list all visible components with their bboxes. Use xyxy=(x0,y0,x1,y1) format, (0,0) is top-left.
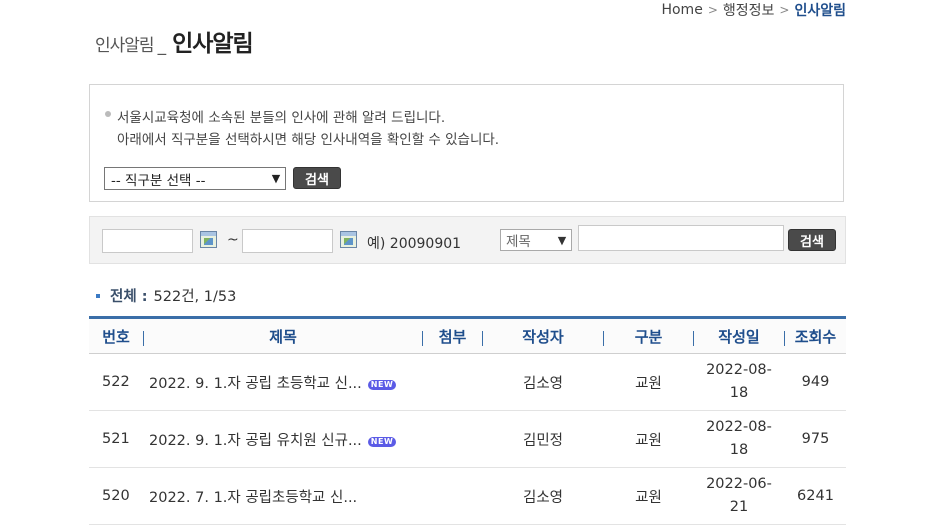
date-range-separator: ~ xyxy=(227,232,239,248)
row-author: 김소영 xyxy=(522,489,564,506)
table-header: 번호 제목 첨부 작성자 구분 작성일 조회수 xyxy=(89,316,846,354)
row-title[interactable]: 2022. 7. 1.자 공립초등학교 신... xyxy=(149,468,357,524)
new-badge: NEW xyxy=(367,380,397,390)
breadcrumb-current: 인사알림 xyxy=(794,3,846,19)
row-author: 김소영 xyxy=(522,375,564,392)
column-header-attachment: 첨부 xyxy=(438,328,467,346)
title-separator: _ xyxy=(157,36,167,56)
row-date-part2: 18 xyxy=(729,442,749,458)
column-header-views: 조회수 xyxy=(794,328,837,346)
total-value: 522건, 1/53 xyxy=(153,289,237,305)
row-date: 2022-08- 18 xyxy=(694,354,784,410)
start-date-input[interactable] xyxy=(102,229,193,253)
chevron-down-icon: ▼ xyxy=(557,233,567,247)
calendar-icon[interactable] xyxy=(340,231,357,248)
row-views: 975 xyxy=(801,431,830,447)
column-header-date: 작성일 xyxy=(718,328,760,346)
notice-box: 서울시교육청에 소속된 분들의 인사에 관해 알려 드립니다. 아래에서 직구분… xyxy=(89,84,844,202)
chevron-right-icon: > xyxy=(707,3,718,17)
row-date: 2022-08- 18 xyxy=(694,411,784,467)
row-number: 522 xyxy=(102,374,130,390)
breadcrumb: Home > 행정정보 > 인사알림 xyxy=(661,0,846,20)
total-label: 전체 : xyxy=(110,289,148,305)
row-number: 521 xyxy=(102,431,130,447)
page-title-main: 인사알림 xyxy=(172,31,254,57)
row-title-link[interactable]: 2022. 7. 1.자 공립초등학교 신... xyxy=(149,486,357,507)
row-date-part2: 18 xyxy=(729,385,749,401)
row-attachment xyxy=(423,354,482,410)
job-category-select-value: -- 직구분 선택 -- xyxy=(111,172,206,189)
column-header-number: 번호 xyxy=(102,328,130,346)
row-title[interactable]: 2022. 9. 1.자 공립 초등학교 신... NEW xyxy=(149,354,397,410)
row-category: 교원 xyxy=(635,432,662,449)
personnel-table: 번호 제목 첨부 작성자 구분 작성일 조회수 522 2022. 9. 1.자… xyxy=(89,316,846,525)
row-number: 520 xyxy=(102,488,130,504)
row-views: 949 xyxy=(801,374,830,390)
end-date-input[interactable] xyxy=(242,229,333,253)
table-row: 521 2022. 9. 1.자 공립 유치원 신규... NEW 김민정 교원… xyxy=(89,411,846,468)
page-title: 인사알림 _ 인사알림 xyxy=(95,24,254,58)
new-badge: NEW xyxy=(367,437,397,447)
row-date-part1: 2022-08- xyxy=(706,362,772,378)
row-date-part2: 21 xyxy=(729,499,749,515)
page-title-sub: 인사알림 xyxy=(95,36,155,56)
bullet-icon xyxy=(96,293,100,298)
category-search-button[interactable]: 검색 xyxy=(293,167,341,189)
total-count: 전체 : 522건, 1/53 xyxy=(96,285,236,306)
row-title-link[interactable]: 2022. 9. 1.자 공립 유치원 신규... xyxy=(149,429,362,450)
job-category-select[interactable]: -- 직구분 선택 -- ▼ xyxy=(104,167,286,190)
row-date: 2022-06- 21 xyxy=(694,468,784,524)
filter-bar: ~ 예) 20090901 제목 ▼ 검색 xyxy=(89,216,846,264)
row-views: 6241 xyxy=(797,488,834,504)
date-format-hint: 예) 20090901 xyxy=(367,236,462,252)
row-author: 김민정 xyxy=(522,432,564,449)
chevron-right-icon: > xyxy=(779,3,790,17)
filter-search-button[interactable]: 검색 xyxy=(788,229,836,251)
row-date-part1: 2022-08- xyxy=(706,419,772,435)
row-category: 교원 xyxy=(635,375,662,392)
chevron-down-icon: ▼ xyxy=(271,172,281,185)
column-header-author: 작성자 xyxy=(522,328,564,346)
column-header-category: 구분 xyxy=(634,328,663,346)
row-date-part1: 2022-06- xyxy=(706,476,772,492)
calendar-icon[interactable] xyxy=(200,231,217,248)
table-row: 520 2022. 7. 1.자 공립초등학교 신... 김소영 교원 2022… xyxy=(89,468,846,525)
row-attachment xyxy=(423,468,482,524)
notice-line-1: 서울시교육청에 소속된 분들의 인사에 관해 알려 드립니다. xyxy=(117,110,446,126)
breadcrumb-section[interactable]: 행정정보 xyxy=(723,0,775,20)
column-header-title: 제목 xyxy=(269,328,297,346)
bullet-icon xyxy=(105,111,111,117)
breadcrumb-home[interactable]: Home xyxy=(661,2,702,18)
row-title[interactable]: 2022. 9. 1.자 공립 유치원 신규... NEW xyxy=(149,411,397,467)
row-attachment xyxy=(423,411,482,467)
keyword-input[interactable] xyxy=(578,225,784,251)
search-field-select-value: 제목 xyxy=(506,234,531,250)
table-row: 522 2022. 9. 1.자 공립 초등학교 신... NEW 김소영 교원… xyxy=(89,354,846,411)
notice-line-2: 아래에서 직구분을 선택하시면 해당 인사내역을 확인할 수 있습니다. xyxy=(117,132,500,148)
row-title-link[interactable]: 2022. 9. 1.자 공립 초등학교 신... xyxy=(149,372,362,393)
search-field-select[interactable]: 제목 ▼ xyxy=(500,229,572,251)
row-category: 교원 xyxy=(635,489,662,506)
